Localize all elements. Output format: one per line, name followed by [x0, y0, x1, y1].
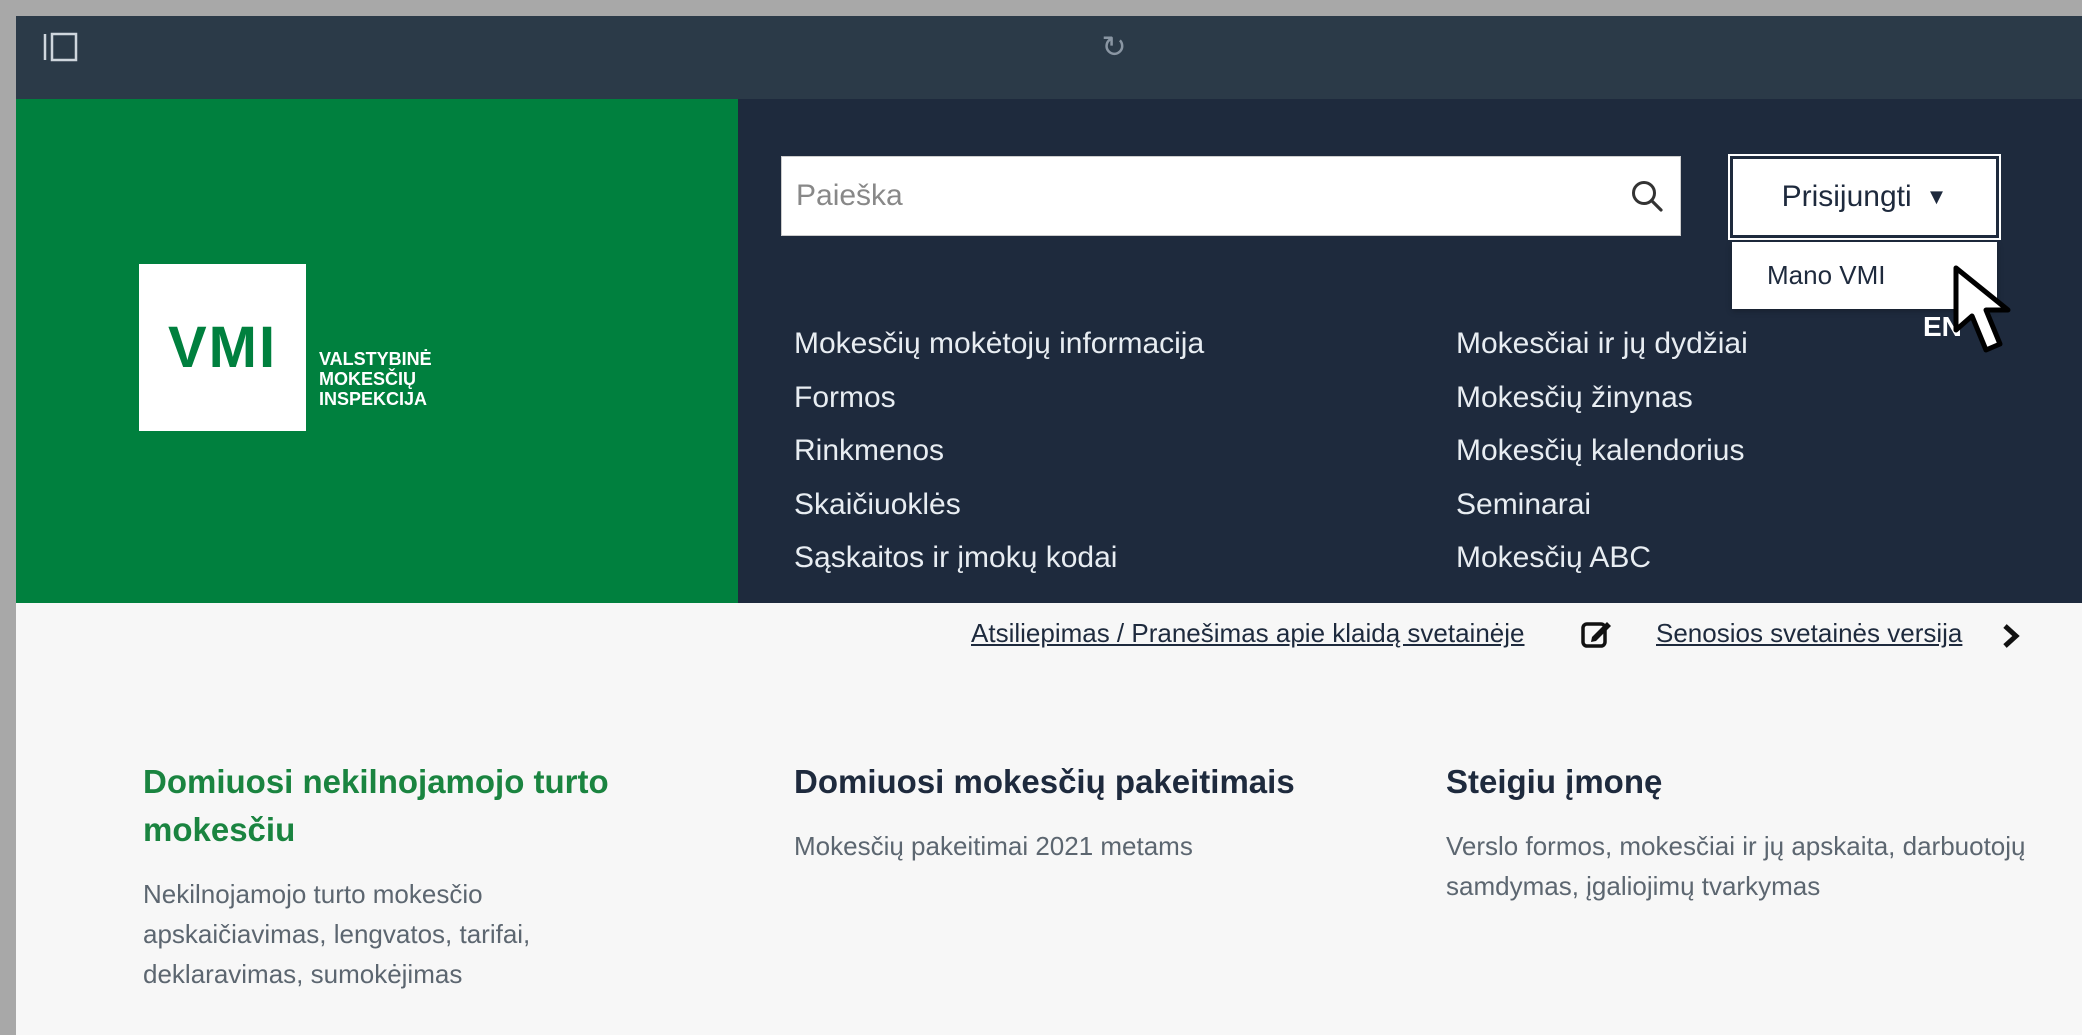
nav-link[interactable]: Mokesčių kalendorius — [1456, 424, 1748, 478]
caret-down-icon: ▼ — [1925, 184, 1948, 209]
reload-icon[interactable]: ↻ — [1094, 30, 1134, 66]
browser-window: ↻ VMI VALSTYBINĖ MOKESČIŲ INSPEKCIJA Pri… — [16, 16, 2082, 1035]
logo-line: VALSTYBINĖ — [319, 349, 432, 369]
nav-link[interactable]: Mokesčių ABC — [1456, 531, 1748, 585]
logo-line: INSPEKCIJA — [319, 389, 428, 409]
main-nav-right: Mokesčiai ir jų dydžiai Mokesčių žinynas… — [1456, 317, 1748, 585]
old-site-link[interactable]: Senosios svetainės versija — [1656, 618, 1962, 649]
brand-panel: VMI VALSTYBINĖ MOKESČIŲ INSPEKCIJA — [16, 99, 738, 603]
topic-card[interactable]: Domiuosi nekilnojamojo turto mokesčiu Ne… — [143, 758, 663, 994]
nav-link[interactable]: Seminarai — [1456, 478, 1748, 532]
edit-icon[interactable] — [1579, 616, 1613, 650]
nav-link[interactable]: Skaičiuoklės — [794, 478, 1204, 532]
topic-card[interactable]: Steigiu įmonę Verslo formos, mokesčiai i… — [1446, 758, 2046, 906]
sidebar-toggle-icon[interactable] — [42, 32, 78, 62]
nav-link[interactable]: Mokesčių mokėtojų informacija — [794, 317, 1204, 371]
feedback-link[interactable]: Atsiliepimas / Pranešimas apie klaidą sv… — [971, 618, 1525, 649]
card-description: Mokesčių pakeitimai 2021 metams — [794, 831, 1193, 861]
search-icon[interactable] — [1630, 179, 1664, 213]
logo-wordmark: VALSTYBINĖ MOKESČIŲ INSPEKCIJA — [319, 349, 432, 409]
login-label: Prisijungti — [1781, 180, 1912, 213]
main-nav-left: Mokesčių mokėtojų informacija Formos Rin… — [794, 317, 1204, 585]
card-description: Nekilnojamojo turto mokesčio apskaičiavi… — [143, 879, 531, 989]
vmi-logo[interactable]: VMI — [139, 264, 306, 431]
mouse-pointer-icon — [1953, 265, 2011, 353]
card-title[interactable]: Domiuosi mokesčių pakeitimais — [794, 758, 1354, 806]
nav-link[interactable]: Formos — [794, 371, 1204, 425]
card-title[interactable]: Domiuosi nekilnojamojo turto mokesčiu — [143, 758, 663, 854]
topic-card[interactable]: Domiuosi mokesčių pakeitimais Mokesčių p… — [794, 758, 1354, 866]
dropdown-item-mano-vmi[interactable]: Mano VMI — [1767, 242, 1886, 309]
logo-line: MOKESČIŲ — [319, 369, 417, 389]
nav-link[interactable]: Mokesčiai ir jų dydžiai — [1456, 317, 1748, 371]
nav-link[interactable]: Mokesčių žinynas — [1456, 371, 1748, 425]
search-box — [781, 156, 1681, 236]
login-button[interactable]: Prisijungti ▼ — [1728, 154, 2001, 240]
card-description: Verslo formos, mokesčiai ir jų apskaita,… — [1446, 831, 2026, 901]
nav-link[interactable]: Rinkmenos — [794, 424, 1204, 478]
card-title[interactable]: Steigiu įmonę — [1446, 758, 2046, 806]
site-header: VMI VALSTYBINĖ MOKESČIŲ INSPEKCIJA Prisi… — [16, 99, 2082, 603]
nav-link[interactable]: Sąskaitos ir įmokų kodai — [794, 531, 1204, 585]
search-input[interactable] — [782, 157, 1616, 235]
browser-toolbar: ↻ — [16, 16, 2082, 99]
chevron-right-icon[interactable] — [2000, 622, 2022, 650]
